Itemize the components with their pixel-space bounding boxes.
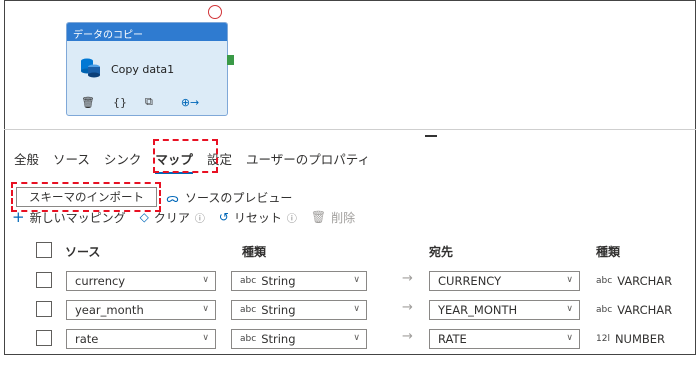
source-column-dropdown[interactable]: year_month ∨ (66, 300, 216, 320)
column-header-dest-type: 種類 (596, 245, 621, 259)
dest-type-label: abc VARCHAR (596, 274, 673, 288)
glasses-icon: ᯅ (166, 191, 179, 205)
source-column-dropdown[interactable]: currency ∨ (66, 271, 216, 291)
destination-column-dropdown[interactable]: YEAR_MONTH ∨ (429, 300, 580, 320)
new-mapping-button[interactable]: + 新しいマッピング (12, 208, 126, 226)
copy-activity-card[interactable]: データのコピー Copy data1 🗑 {} ⧉ ⊕→ (66, 22, 228, 116)
chevron-down-icon: ∨ (353, 275, 360, 285)
type-dropdown[interactable]: abc String ∨ (231, 300, 367, 320)
tab-source[interactable]: ソース (53, 149, 90, 168)
eraser-icon: ◇ (139, 210, 149, 224)
chevron-down-icon: ∨ (566, 304, 573, 314)
row-checkbox[interactable] (36, 330, 52, 346)
select-all-checkbox[interactable] (36, 242, 52, 258)
delete-icon[interactable]: 🗑 (81, 96, 95, 109)
arrow-right-icon: → (402, 300, 413, 315)
dest-type-label: 12l NUMBER (596, 332, 666, 346)
failure-connector[interactable] (208, 5, 222, 19)
plus-icon: + (12, 208, 25, 226)
activity-type-label: データのコピー (67, 23, 227, 41)
code-icon[interactable]: {} (113, 96, 127, 109)
arrow-right-icon: → (402, 271, 413, 286)
activity-name: Copy data1 (111, 63, 175, 76)
column-header-source: ソース (65, 245, 101, 259)
type-dropdown[interactable]: abc String ∨ (231, 271, 367, 291)
arrow-right-icon: → (402, 329, 413, 344)
clear-button[interactable]: ◇ クリア ⓘ (140, 209, 205, 226)
delete-button[interactable]: 🗑 削除 (311, 209, 355, 226)
chevron-down-icon: ∨ (202, 333, 209, 343)
type-dropdown[interactable]: abc String ∨ (231, 329, 367, 349)
destination-column-dropdown[interactable]: CURRENCY ∨ (429, 271, 580, 291)
pane-resize-handle[interactable] (425, 135, 437, 137)
chevron-down-icon: ∨ (202, 275, 209, 285)
trash-icon: 🗑 (310, 210, 327, 224)
column-header-type: 種類 (242, 245, 267, 259)
tab-user-properties[interactable]: ユーザーのプロパティ (246, 149, 370, 168)
chevron-down-icon: ∨ (353, 333, 360, 343)
column-header-destination: 宛先 (429, 245, 454, 259)
row-checkbox[interactable] (36, 272, 52, 288)
destination-column-dropdown[interactable]: RATE ∨ (429, 329, 580, 349)
chevron-down-icon: ∨ (566, 333, 573, 343)
chevron-down-icon: ∨ (353, 304, 360, 314)
info-icon: ⓘ (194, 213, 205, 225)
highlight-box-tab (153, 139, 218, 173)
mapping-toolbar: + 新しいマッピング ◇ クリア ⓘ ↺ リセット ⓘ 🗑 削除 (12, 208, 369, 226)
preview-source-button[interactable]: ᯅ ソースのプレビュー (166, 189, 292, 206)
reset-button[interactable]: ↺ リセット ⓘ (219, 209, 297, 226)
chevron-down-icon: ∨ (202, 304, 209, 314)
success-connector[interactable] (227, 55, 234, 65)
tab-general[interactable]: 全般 (14, 149, 39, 168)
info-icon: ⓘ (286, 213, 297, 225)
reset-icon: ↺ (218, 210, 229, 224)
tab-sink[interactable]: シンク (104, 149, 142, 168)
source-column-dropdown[interactable]: rate ∨ (66, 329, 216, 349)
chevron-down-icon: ∨ (566, 275, 573, 285)
copy-icon[interactable]: ⧉ (145, 95, 153, 109)
dest-type-label: abc VARCHAR (596, 303, 673, 317)
row-checkbox[interactable] (36, 301, 52, 317)
add-output-icon[interactable]: ⊕→ (181, 96, 199, 109)
pane-divider (4, 129, 696, 130)
copy-data-icon (79, 57, 103, 82)
